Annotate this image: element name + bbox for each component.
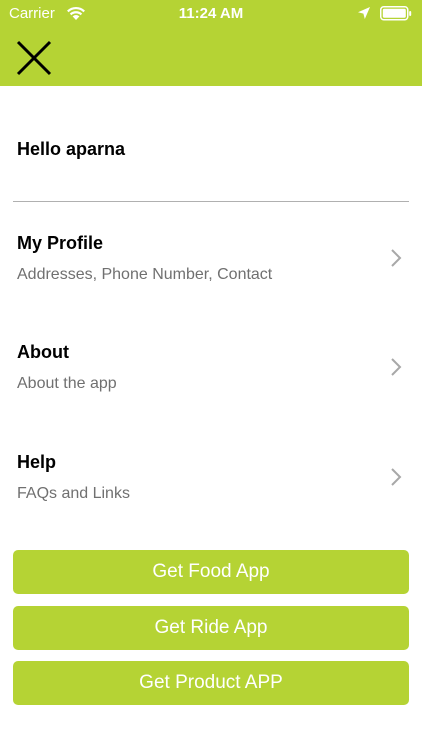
get-product-app-button[interactable]: Get Product APP: [13, 661, 409, 705]
close-button[interactable]: [10, 36, 56, 80]
divider: [13, 201, 409, 202]
menu-item-help[interactable]: Help FAQs and Links: [0, 452, 422, 532]
greeting-text: Hello aparna: [17, 139, 126, 159]
battery-icon: [380, 6, 412, 26]
menu-item-subtitle: About the app: [17, 375, 117, 392]
close-icon: [16, 40, 52, 76]
get-ride-app-button[interactable]: Get Ride App: [13, 606, 409, 650]
menu-item-title: Help: [17, 452, 57, 472]
menu-item-my-profile[interactable]: My Profile Addresses, Phone Number, Cont…: [0, 233, 422, 313]
menu-item-subtitle: FAQs and Links: [17, 485, 130, 502]
header-bar: Carrier 11:24 AM: [0, 0, 422, 86]
get-food-app-button[interactable]: Get Food App: [13, 550, 409, 594]
chevron-right-icon: [389, 356, 403, 383]
status-bar: Carrier 11:24 AM: [0, 0, 422, 28]
chevron-right-icon: [389, 466, 403, 493]
chevron-right-icon: [389, 247, 403, 274]
location-arrow-icon: [357, 6, 371, 25]
menu-item-subtitle: Addresses, Phone Number, Contact: [17, 266, 273, 283]
menu-item-title: My Profile: [17, 233, 104, 253]
menu-item-about[interactable]: About About the app: [0, 342, 422, 422]
menu-item-title: About: [17, 342, 69, 362]
